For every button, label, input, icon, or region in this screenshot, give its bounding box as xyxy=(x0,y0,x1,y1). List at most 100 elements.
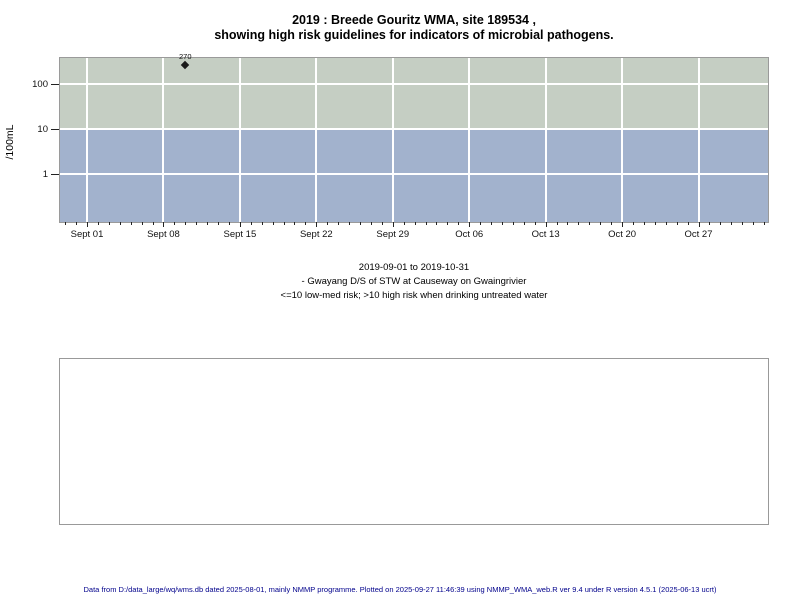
x-minor-tick xyxy=(250,222,252,225)
y-tick-label: 1 xyxy=(42,169,48,180)
low-med-risk-zone xyxy=(60,129,768,222)
x-minor-tick xyxy=(283,222,285,225)
caption-risk-note: <=10 low-med risk; >10 high risk when dr… xyxy=(280,290,548,301)
x-gridline xyxy=(544,58,547,222)
x-major-tick xyxy=(392,222,394,227)
x-minor-tick xyxy=(130,222,132,225)
x-minor-tick xyxy=(119,222,121,225)
x-major-tick xyxy=(239,222,241,227)
x-minor-tick xyxy=(491,222,493,225)
x-minor-tick xyxy=(753,222,755,225)
x-minor-tick xyxy=(228,222,230,225)
y-gridline xyxy=(60,173,768,175)
x-minor-tick xyxy=(600,222,602,225)
x-gridline xyxy=(468,58,471,222)
x-tick-label: Sept 08 xyxy=(147,229,180,240)
x-minor-tick xyxy=(381,222,383,225)
empty-panel xyxy=(59,358,769,525)
x-minor-tick xyxy=(196,222,198,225)
x-minor-tick xyxy=(589,222,591,225)
x-minor-tick xyxy=(687,222,689,225)
x-minor-tick xyxy=(480,222,482,225)
x-minor-tick xyxy=(764,222,766,225)
x-minor-tick xyxy=(261,222,263,225)
x-minor-tick xyxy=(349,222,351,225)
x-minor-tick xyxy=(414,222,416,225)
x-minor-tick xyxy=(370,222,372,225)
x-minor-tick xyxy=(294,222,296,225)
x-minor-tick xyxy=(76,222,78,225)
y-tick-label: 100 xyxy=(32,79,48,90)
x-tick-label: Sept 29 xyxy=(376,229,410,240)
figure-canvas: 2019 : Breede Gouritz WMA, site 189534 ,… xyxy=(0,0,800,600)
x-gridline xyxy=(621,58,624,222)
x-tick-label: Oct 27 xyxy=(684,229,713,240)
x-minor-tick xyxy=(567,222,569,225)
x-minor-tick xyxy=(338,222,340,225)
chart-title-line2: showing high risk guidelines for indicat… xyxy=(214,28,614,42)
x-minor-tick xyxy=(436,222,438,225)
x-tick-label: Oct 13 xyxy=(531,229,560,240)
x-minor-tick xyxy=(185,222,187,225)
x-gridline xyxy=(315,58,318,222)
x-tick-label: Oct 06 xyxy=(455,229,484,240)
y-gridline xyxy=(60,83,768,85)
x-gridline xyxy=(391,58,394,222)
x-minor-tick xyxy=(742,222,744,225)
plot-area: Eschericia coli faecal coliforms Sept 01… xyxy=(32,52,769,240)
y-tick-label: 10 xyxy=(37,124,48,135)
x-minor-tick xyxy=(360,222,361,225)
x-minor-tick xyxy=(174,222,176,225)
x-minor-tick xyxy=(141,222,143,225)
footer-text: Data from D:/data_large/wq/wms.db dated … xyxy=(83,585,717,594)
x-major-tick xyxy=(87,222,88,227)
x-major-tick xyxy=(545,222,547,227)
x-minor-tick xyxy=(447,222,449,225)
caption-date-range: 2019-09-01 to 2019-10-31 xyxy=(358,262,470,273)
x-minor-tick xyxy=(633,222,634,225)
x-minor-tick xyxy=(654,222,656,225)
y-tick xyxy=(51,174,59,175)
x-minor-tick xyxy=(665,222,667,225)
x-major-tick xyxy=(469,222,471,227)
x-minor-tick xyxy=(152,222,154,225)
x-major-tick xyxy=(622,222,624,227)
x-minor-tick xyxy=(327,222,329,225)
x-tick-label: Sept 01 xyxy=(70,229,104,240)
x-minor-tick xyxy=(403,222,405,225)
x-minor-tick xyxy=(218,222,220,225)
x-gridline xyxy=(697,58,700,222)
data-point-label: 270 xyxy=(179,51,192,61)
x-minor-tick xyxy=(458,222,460,225)
x-minor-tick xyxy=(523,222,525,225)
x-gridline xyxy=(238,58,241,222)
high-risk-zone xyxy=(60,58,768,129)
x-minor-tick xyxy=(425,222,427,225)
x-minor-tick xyxy=(65,222,67,225)
x-major-tick xyxy=(698,222,700,227)
caption-site-description: - Gwayang D/S of STW at Causeway on Gwai… xyxy=(301,276,527,287)
x-gridline xyxy=(86,58,88,222)
y-tick xyxy=(51,129,59,130)
x-tick-label: Sept 22 xyxy=(299,229,333,240)
x-minor-tick xyxy=(207,222,209,225)
x-major-tick xyxy=(316,222,318,227)
x-minor-tick xyxy=(720,222,722,225)
x-minor-tick xyxy=(305,222,307,225)
x-gridline xyxy=(162,58,165,222)
x-minor-tick xyxy=(512,222,514,225)
x-minor-tick xyxy=(272,222,274,225)
x-minor-tick xyxy=(731,222,733,225)
x-major-tick xyxy=(163,222,165,227)
y-gridline xyxy=(60,128,768,130)
x-minor-tick xyxy=(534,222,536,225)
x-minor-tick xyxy=(501,222,503,225)
y-axis-label: /100mL xyxy=(4,124,16,160)
y-tick xyxy=(51,84,59,85)
chart-title: 2019 : Breede Gouritz WMA, site 189534 ,… xyxy=(59,13,769,43)
x-minor-tick xyxy=(97,222,99,225)
x-minor-tick xyxy=(578,222,580,225)
x-minor-tick xyxy=(108,222,110,225)
x-minor-tick xyxy=(556,222,558,225)
x-tick-label: Oct 20 xyxy=(608,229,637,240)
